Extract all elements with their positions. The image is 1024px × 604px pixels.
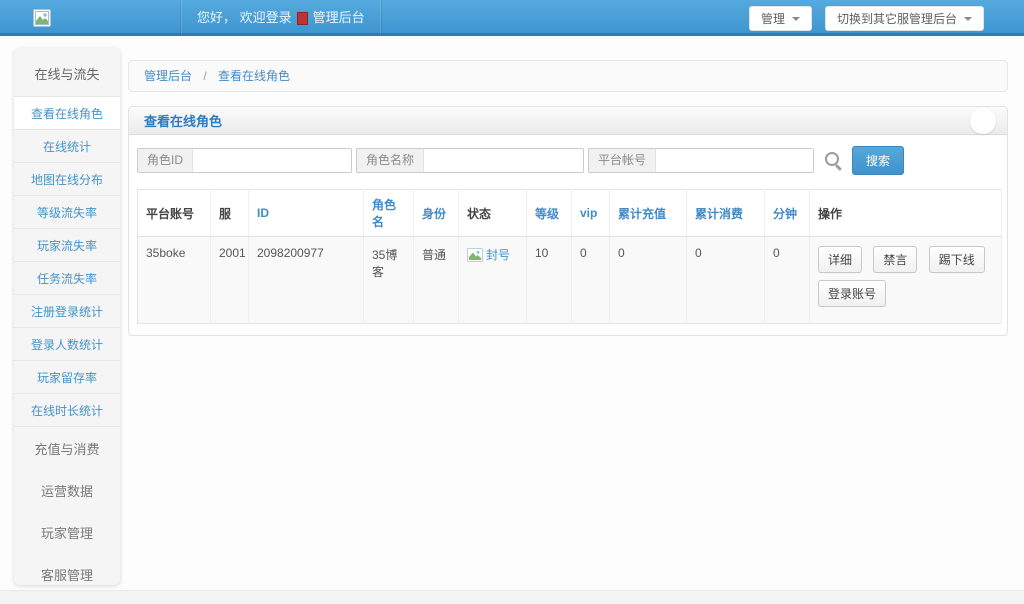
detail-button[interactable]: 详细 (818, 246, 862, 273)
panel-header: 查看在线角色 (129, 107, 1007, 135)
col-id[interactable]: ID (249, 190, 364, 237)
chevron-down-icon (964, 17, 972, 25)
sidebar-item-level-churn-rate[interactable]: 等级流失率 (14, 195, 120, 228)
col-total-consume[interactable]: 累计消费 (687, 190, 765, 237)
platform-account-input[interactable] (656, 149, 813, 172)
col-minutes[interactable]: 分钟 (765, 190, 810, 237)
col-total-recharge[interactable]: 累计充值 (610, 190, 687, 237)
topbar: 您好， 欢迎登录 管理后台 管理 切换到其它服管理后台 (0, 0, 1024, 36)
role-id-input-group: 角色ID (137, 148, 352, 173)
cell-id: 2098200977 (249, 237, 364, 324)
chevron-down-icon (792, 17, 800, 25)
cell-minutes: 0 (765, 237, 810, 324)
sidebar-section-recharge-consume[interactable]: 充值与消费 (14, 426, 120, 469)
platform-account-input-group: 平台帐号 (588, 148, 814, 173)
login-account-button[interactable]: 登录账号 (818, 280, 886, 307)
broken-image-icon (467, 248, 483, 262)
sidebar-section-operations-data[interactable]: 运营数据 (14, 469, 120, 511)
sidebar-item-quest-churn-rate[interactable]: 任务流失率 (14, 261, 120, 294)
table-row: 35boke 2001 2098200977 35博客 普通 (138, 237, 1002, 324)
sidebar-item-login-count-stats[interactable]: 登录人数统计 (14, 327, 120, 360)
switch-server-label: 切换到其它服管理后台 (837, 10, 957, 27)
kick-offline-button[interactable]: 踢下线 (929, 246, 985, 273)
sidebar-item-player-churn-rate[interactable]: 玩家流失率 (14, 228, 120, 261)
manage-dropdown-button[interactable]: 管理 (749, 6, 812, 31)
role-id-label: 角色ID (138, 149, 193, 172)
cell-role-name: 35博客 (364, 237, 414, 324)
welcome-prefix: 您好， 欢迎登录 (197, 0, 292, 36)
role-name-input-group: 角色名称 (356, 148, 584, 173)
col-actions: 操作 (810, 190, 1002, 237)
ban-account-link[interactable]: 封号 (486, 246, 510, 263)
col-server: 服 (211, 190, 249, 237)
cell-total-recharge: 0 (610, 237, 687, 324)
col-role-name[interactable]: 角色名 (364, 190, 414, 237)
cell-platform-account: 35boke (138, 237, 211, 324)
broken-image-badge-icon (297, 12, 308, 25)
sidebar-section-online-churn[interactable]: 在线与流失 (14, 48, 120, 96)
search-icon[interactable] (823, 150, 845, 172)
sidebar-item-register-login-stats[interactable]: 注册登录统计 (14, 294, 120, 327)
sidebar-item-online-duration-stats[interactable]: 在线时长统计 (14, 393, 120, 426)
main-content: 管理后台 / 查看在线角色 查看在线角色 角色ID 角色名称 平台帐号 (128, 60, 1008, 336)
online-roles-panel: 查看在线角色 角色ID 角色名称 平台帐号 搜索 (128, 106, 1008, 336)
results-table-wrap: 平台账号 服 ID 角色名 身份 状态 等级 vip 累计充值 累计消费 分钟 … (129, 180, 1007, 324)
role-name-label: 角色名称 (357, 149, 424, 172)
search-form: 角色ID 角色名称 平台帐号 搜索 (129, 135, 1007, 180)
col-identity[interactable]: 身份 (414, 190, 459, 237)
col-vip[interactable]: vip (572, 190, 610, 237)
sidebar-item-online-stats[interactable]: 在线统计 (14, 129, 120, 162)
mute-button[interactable]: 禁言 (873, 246, 917, 273)
manage-dropdown-label: 管理 (761, 10, 785, 27)
sidebar: 在线与流失 查看在线角色 在线统计 地图在线分布 等级流失率 玩家流失率 任务流… (14, 48, 120, 585)
sidebar-item-map-online-distribution[interactable]: 地图在线分布 (14, 162, 120, 195)
platform-account-label: 平台帐号 (589, 149, 656, 172)
breadcrumb-root-link[interactable]: 管理后台 (144, 69, 192, 83)
cell-server: 2001 (211, 237, 249, 324)
broken-image-icon (33, 9, 51, 27)
topbar-actions: 管理 切换到其它服管理后台 (749, 6, 984, 31)
search-button[interactable]: 搜索 (852, 146, 904, 175)
cell-identity: 普通 (414, 237, 459, 324)
panel-title: 查看在线角色 (144, 111, 222, 130)
admin-backend-screen: 您好， 欢迎登录 管理后台 管理 切换到其它服管理后台 在线与流失 查看在线角色… (0, 0, 1024, 604)
cell-vip: 0 (572, 237, 610, 324)
col-platform-account: 平台账号 (138, 190, 211, 237)
online-roles-table: 平台账号 服 ID 角色名 身份 状态 等级 vip 累计充值 累计消费 分钟 … (137, 189, 1002, 324)
page-footer-strip (0, 590, 1024, 604)
cell-total-consume: 0 (687, 237, 765, 324)
role-name-input[interactable] (424, 149, 583, 172)
col-status: 状态 (459, 190, 527, 237)
cell-actions: 详细 禁言 踢下线 登录账号 (810, 237, 1002, 324)
welcome-text: 您好， 欢迎登录 管理后台 (180, 0, 382, 36)
breadcrumb-current-link[interactable]: 查看在线角色 (218, 69, 290, 83)
sidebar-item-view-online-roles[interactable]: 查看在线角色 (14, 96, 120, 129)
switch-server-dropdown-button[interactable]: 切换到其它服管理后台 (825, 6, 984, 31)
cell-status: 封号 (459, 237, 527, 324)
breadcrumb: 管理后台 / 查看在线角色 (128, 60, 1008, 92)
sidebar-item-player-retention-rate[interactable]: 玩家留存率 (14, 360, 120, 393)
cell-level: 10 (527, 237, 572, 324)
breadcrumb-separator: / (203, 69, 206, 83)
sidebar-section-player-management[interactable]: 玩家管理 (14, 511, 120, 553)
sidebar-section-customer-service[interactable]: 客服管理 (14, 553, 120, 585)
table-header-row: 平台账号 服 ID 角色名 身份 状态 等级 vip 累计充值 累计消费 分钟 … (138, 190, 1002, 237)
role-id-input[interactable] (193, 149, 351, 172)
welcome-suffix: 管理后台 (313, 0, 365, 36)
col-level[interactable]: 等级 (527, 190, 572, 237)
panel-toggle-circle[interactable] (970, 108, 996, 134)
